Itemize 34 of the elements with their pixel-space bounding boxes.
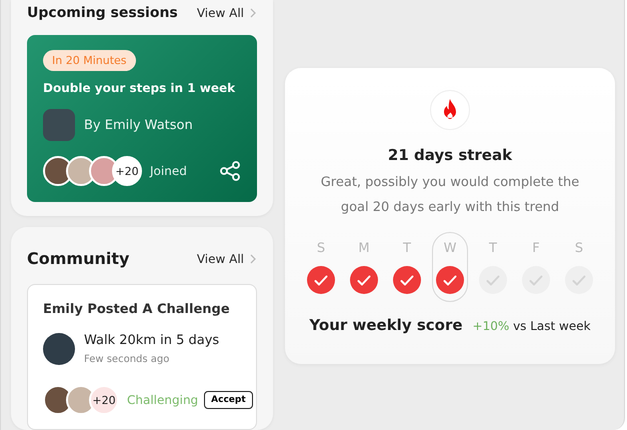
day-column[interactable]: T: [389, 232, 425, 302]
section-title: Upcoming sessions: [27, 5, 178, 21]
streak-title: 21 days streak: [388, 146, 512, 164]
day-label: T: [489, 241, 497, 256]
view-all-link[interactable]: View All: [196, 6, 257, 20]
day-column[interactable]: W: [432, 232, 468, 302]
view-all-link[interactable]: View All: [196, 252, 257, 266]
day-label: S: [574, 241, 584, 256]
status-label: Challenging: [127, 393, 198, 407]
post-time: Few seconds ago: [84, 354, 170, 365]
session-title: Double your steps in 1 week: [43, 81, 236, 95]
post-heading: Emily Posted A Challenge: [43, 302, 231, 317]
day-column[interactable]: T: [475, 232, 511, 302]
day-label: T: [403, 241, 411, 256]
accept-button[interactable]: Accept: [204, 391, 253, 409]
day-label: S: [316, 241, 326, 256]
score-change: +10% vs Last week: [472, 319, 591, 333]
participant-count: +20: [112, 156, 142, 186]
host-name: By Emily Watson: [84, 118, 193, 132]
day-column[interactable]: S: [561, 232, 597, 302]
score-label: Your weekly score: [309, 316, 463, 334]
day-column[interactable]: F: [518, 232, 554, 302]
day-label: F: [532, 241, 540, 256]
challenge-text: Walk 20km in 5 days: [84, 333, 220, 348]
day-label: W: [444, 241, 456, 256]
session-card[interactable]: In 20 Minutes Double your steps in 1 week By Emily Watson +20 Joined: [27, 35, 257, 202]
time-badge: In 20 Minutes: [43, 50, 136, 71]
day-column[interactable]: M: [346, 232, 382, 302]
day-label: M: [358, 241, 370, 256]
streak-message: Great, possibly you would complete the goal 20 days early with this trend: [320, 174, 580, 217]
participant-count: +20: [89, 385, 119, 415]
section-title: Community: [27, 249, 130, 268]
day-column[interactable]: S: [303, 232, 339, 302]
joined-label: Joined: [150, 164, 188, 178]
